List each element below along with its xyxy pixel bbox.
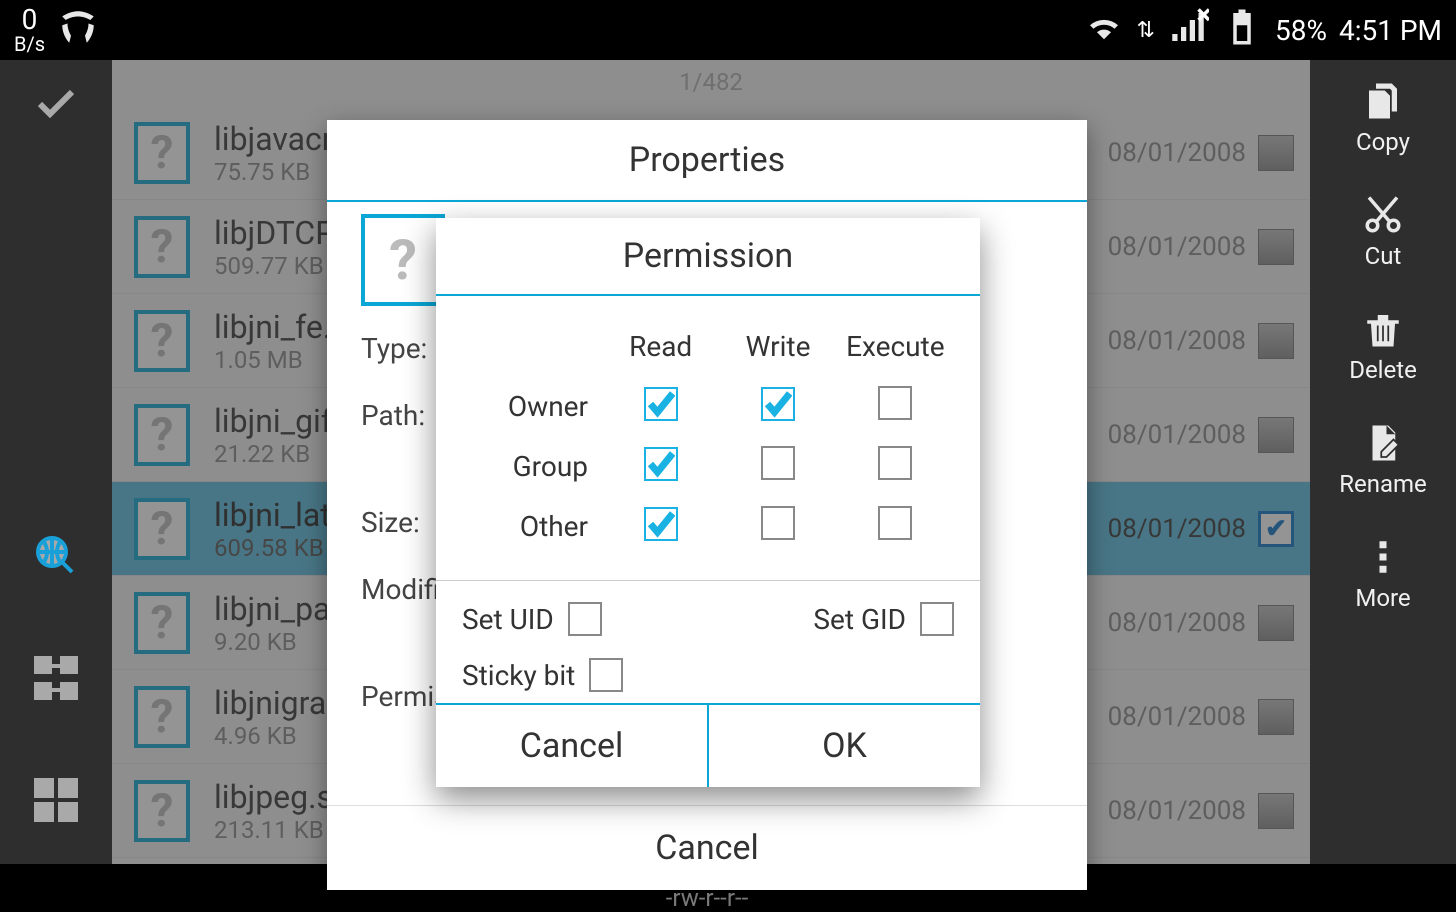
properties-cancel-button[interactable]: Cancel [327, 805, 1087, 890]
status-bar: 0 B/s ⇅ 58% 4:51 PM [0, 0, 1456, 60]
file-list-pane: 1/482 ?libjavacr75.75 KB08/01/2008?libjD… [112, 60, 1310, 864]
label-setgid: Set GID [813, 603, 906, 636]
row-group: Group [462, 450, 602, 483]
permission-string: -rw-r--r-- [327, 884, 1087, 912]
cancel-button[interactable]: Cancel [436, 705, 709, 787]
col-read: Read [602, 330, 719, 363]
checkbox-owner-read[interactable] [644, 387, 678, 421]
label-setuid: Set UID [462, 603, 554, 636]
permission-dialog: Permission Read Write Execute Owner Grou… [436, 218, 980, 787]
properties-title: Properties [327, 120, 1087, 202]
confirm-icon[interactable] [32, 80, 80, 132]
right-toolbar: Copy Cut Delete Rename More [1310, 60, 1456, 864]
checkbox-group-write[interactable] [761, 446, 795, 480]
no-signal-icon [1167, 6, 1209, 55]
left-toolbar [0, 60, 112, 864]
ok-button[interactable]: OK [709, 705, 980, 787]
checkbox-other-write[interactable] [761, 506, 795, 540]
checkbox-setuid[interactable] [568, 602, 602, 636]
checkbox-other-read[interactable] [644, 507, 678, 541]
multiselect-icon[interactable] [32, 654, 80, 706]
network-speed: 0 B/s [14, 6, 45, 54]
clock: 4:51 PM [1339, 14, 1442, 47]
col-write: Write [719, 330, 836, 363]
file-thumbnail: ? [361, 214, 445, 306]
checkbox-sticky[interactable] [589, 658, 623, 692]
checkbox-owner-execute[interactable] [878, 386, 912, 420]
checkbox-group-read[interactable] [644, 447, 678, 481]
permission-title: Permission [436, 218, 980, 296]
cut-button[interactable]: Cut [1362, 194, 1404, 270]
rename-button[interactable]: Rename [1339, 422, 1427, 498]
battery-icon [1221, 6, 1263, 55]
globe-search-icon[interactable] [32, 532, 80, 584]
more-button[interactable]: More [1355, 536, 1410, 612]
copy-button[interactable]: Copy [1356, 80, 1410, 156]
label-sticky: Sticky bit [462, 659, 575, 692]
battery-percent: 58% [1275, 14, 1327, 47]
row-owner: Owner [462, 390, 602, 423]
checkbox-setgid[interactable] [920, 602, 954, 636]
data-arrows-icon: ⇅ [1137, 18, 1155, 43]
wifi-icon [1083, 6, 1125, 55]
col-execute: Execute [837, 330, 954, 363]
checkbox-other-execute[interactable] [878, 506, 912, 540]
wifi-call-icon [57, 6, 99, 55]
delete-button[interactable]: Delete [1349, 308, 1417, 384]
checkbox-owner-write[interactable] [761, 387, 795, 421]
checkbox-group-execute[interactable] [878, 446, 912, 480]
select-all-icon[interactable] [32, 776, 80, 828]
row-other: Other [462, 510, 602, 543]
